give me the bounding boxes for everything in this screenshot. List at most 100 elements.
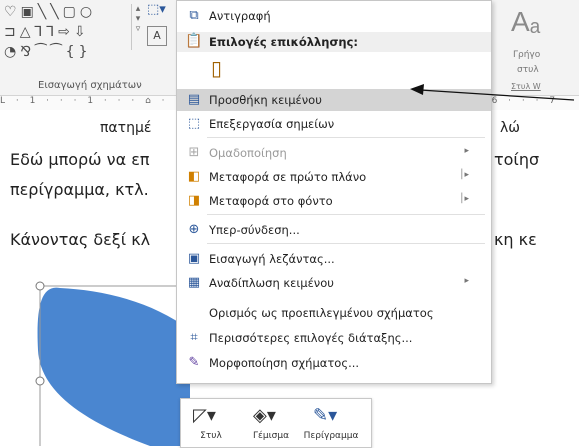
menu-item-add-text[interactable]: ▤ Προσθήκη κειμένου [177, 89, 491, 111]
shape-item[interactable]: △ [20, 24, 31, 42]
submenu-arrow-icon: │▸ [459, 170, 469, 180]
menu-item-label: Ορισμός ως προεπιλεγμένου σχήματος [209, 306, 434, 320]
shape-row-3: ◔ ⅋ ⁀ ⁀ { } [4, 44, 88, 62]
menu-item-label: Ομαδοποίηση [209, 146, 287, 160]
shape-item[interactable]: { [66, 44, 75, 62]
shape-item[interactable]: ⇩ [74, 24, 86, 42]
wrap-text-icon: ▦ [187, 275, 201, 290]
caption-icon: ▣ [187, 251, 201, 266]
context-menu: ⧉ Αντιγραφή 📋 Επιλογές επικόλλησης: ▯ ▤ … [176, 0, 492, 384]
quick-styles-panel[interactable]: Aₐ Γρήγο στυλ Στυλ W [491, 0, 579, 95]
outline-pen-icon: ✎▾ [313, 405, 338, 426]
paste-icon: 📋 [185, 33, 203, 49]
resize-handle-left[interactable] [35, 376, 45, 386]
paste-keep-source-icon[interactable]: ▯ [211, 56, 235, 82]
menu-item-set-default-shape[interactable]: Ορισμός ως προεπιλεγμένου σχήματος [177, 302, 491, 324]
style-button[interactable]: ◸▾ Στυλ [183, 401, 239, 445]
menu-item-bring-forward[interactable]: ◧ Μεταφορά σε πρώτο πλάνο │▸ [177, 166, 491, 188]
submenu-arrow-icon: ▸ [464, 276, 469, 286]
mini-toolbar: ◸▾ Στυλ ◈▾ Γέμισμα ✎▾ Περίγραμμα [180, 398, 372, 448]
paint-bucket-icon: ◈▾ [253, 405, 276, 426]
shape-item[interactable]: ⅂ [35, 24, 43, 42]
quick-styles-icon[interactable]: Aₐ [511, 6, 540, 38]
quick-styles-label: Γρήγο [513, 50, 541, 60]
shape-item[interactable]: ⁀ [35, 44, 46, 62]
menu-item-label: Προσθήκη κειμένου [209, 93, 322, 107]
submenu-arrow-icon: ▸ [464, 146, 469, 156]
doc-line-partial: πατημέ [100, 120, 152, 136]
menu-item-insert-caption[interactable]: ▣ Εισαγωγή λεζάντας... [177, 248, 491, 270]
heart-shape-fill[interactable] [37, 287, 190, 446]
shape-item[interactable]: ╲ [50, 4, 58, 22]
fill-button[interactable]: ◈▾ Γέμισμα [243, 401, 299, 445]
menu-item-label: Αναδίπλωση κειμένου [209, 276, 334, 290]
menu-item-label: Μορφοποίηση σχήματος... [209, 356, 360, 370]
textbox-icon: ▤ [187, 92, 201, 107]
heart-shape[interactable] [0, 270, 200, 446]
fill-label: Γέμισμα [252, 431, 289, 441]
group-icon: ⊞ [188, 145, 200, 160]
doc-line-2-left: περίγραμμα, κτλ. [10, 180, 149, 199]
submenu-arrow-icon: │▸ [459, 194, 469, 204]
outline-button[interactable]: ✎▾ Περίγραμμα [303, 401, 359, 445]
outline-label: Περίγραμμα [303, 431, 359, 441]
menu-item-label: Εισαγωγή λεζάντας... [209, 252, 335, 266]
resize-handle-top-left[interactable] [35, 281, 45, 291]
menu-item-wrap-text[interactable]: ▦ Αναδίπλωση κειμένου ▸ [177, 272, 491, 294]
more-icon[interactable]: ▿ [136, 24, 141, 34]
text-box-button[interactable]: A [147, 26, 167, 46]
layout-options-icon: ⌗ [190, 330, 198, 345]
scroll-up-icon[interactable]: ▴ [136, 4, 141, 14]
shapes-gallery[interactable]: ♡ ▣ ╲ ╲ ▢ ○ ⊐ △ ⅂ ⅂ ⇨ ⇩ ◔ ⅋ ⁀ ⁀ { } ▴ ▾ … [4, 0, 174, 70]
doc-line-1-left: Εδώ μπορώ να επ [10, 150, 150, 169]
menu-item-more-layout-options[interactable]: ⌗ Περισσότερες επιλογές διάταξης... [177, 327, 491, 349]
menu-item-label: Επεξεργασία σημείων [209, 117, 335, 131]
paste-options-header: 📋 Επιλογές επικόλλησης: [177, 32, 491, 52]
shape-item[interactable]: ⇨ [58, 24, 70, 42]
menu-item-label: Αντιγραφή [209, 9, 271, 23]
bring-forward-icon: ◧ [187, 169, 201, 184]
menu-item-edit-points[interactable]: ⬚ Επεξεργασία σημείων [177, 113, 491, 135]
menu-item-format-shape[interactable]: ✎ Μορφοποίηση σχήματος... [177, 352, 491, 374]
menu-item-copy[interactable]: ⧉ Αντιγραφή [177, 5, 491, 27]
copy-icon: ⧉ [189, 8, 199, 23]
shape-item[interactable]: ▣ [21, 4, 34, 22]
shape-item[interactable]: } [79, 44, 88, 62]
shape-style-icon: ◸▾ [193, 405, 216, 426]
menu-item-hyperlink[interactable]: ⊕ Υπερ-σύνδεση... [177, 219, 491, 241]
edit-shape-button[interactable]: ⬚▾ [147, 2, 177, 22]
menu-item-group[interactable]: ⊞ Ομαδοποίηση ▸ [177, 142, 491, 164]
send-backward-icon: ◨ [187, 193, 201, 208]
group-label-insert-shapes: Εισαγωγή σχημάτων [38, 80, 142, 91]
menu-item-label: Μεταφορά σε πρώτο πλάνο [209, 170, 367, 184]
doc-line-1-right: τοίησ [494, 150, 540, 169]
shape-row-1: ♡ ▣ ╲ ╲ ▢ ○ [4, 4, 92, 22]
shape-item[interactable]: ⅂ [46, 24, 54, 42]
menu-item-send-backward[interactable]: ◨ Μεταφορά στο φόντο │▸ [177, 190, 491, 212]
format-shape-icon: ✎ [188, 355, 200, 370]
doc-line-3-left: Κάνοντας δεξί κλ [10, 230, 151, 249]
menu-separator [207, 243, 485, 244]
scroll-down-icon[interactable]: ▾ [136, 14, 141, 24]
hyperlink-icon: ⊕ [188, 222, 200, 237]
shape-item[interactable]: ▢ [63, 4, 76, 22]
menu-separator [207, 214, 485, 215]
shape-item[interactable]: ♡ [4, 4, 17, 22]
wordart-styles-label: Στυλ W [511, 82, 541, 91]
doc-line-3-right: κη κε [494, 230, 537, 249]
shape-item[interactable]: ⁀ [50, 44, 61, 62]
menu-item-label: Περισσότερες επιλογές διάταξης... [209, 331, 413, 345]
gallery-scroll[interactable]: ▴ ▾ ▿ [131, 4, 144, 50]
shape-item[interactable]: ○ [80, 4, 92, 22]
edit-points-icon: ⬚ [187, 116, 201, 131]
shape-item[interactable]: ╲ [38, 4, 46, 22]
doc-line-partial-right: λώ [500, 120, 521, 136]
style-label: Στυλ [200, 431, 222, 441]
menu-item-label: Μεταφορά στο φόντο [209, 194, 333, 208]
shape-item[interactable]: ⅋ [20, 44, 31, 62]
quick-styles-label-2: στυλ [517, 65, 539, 75]
shape-item[interactable]: ⊐ [4, 24, 16, 42]
menu-separator [207, 137, 485, 138]
paste-options-label: Επιλογές επικόλλησης: [209, 35, 359, 49]
shape-item[interactable]: ◔ [4, 44, 16, 62]
